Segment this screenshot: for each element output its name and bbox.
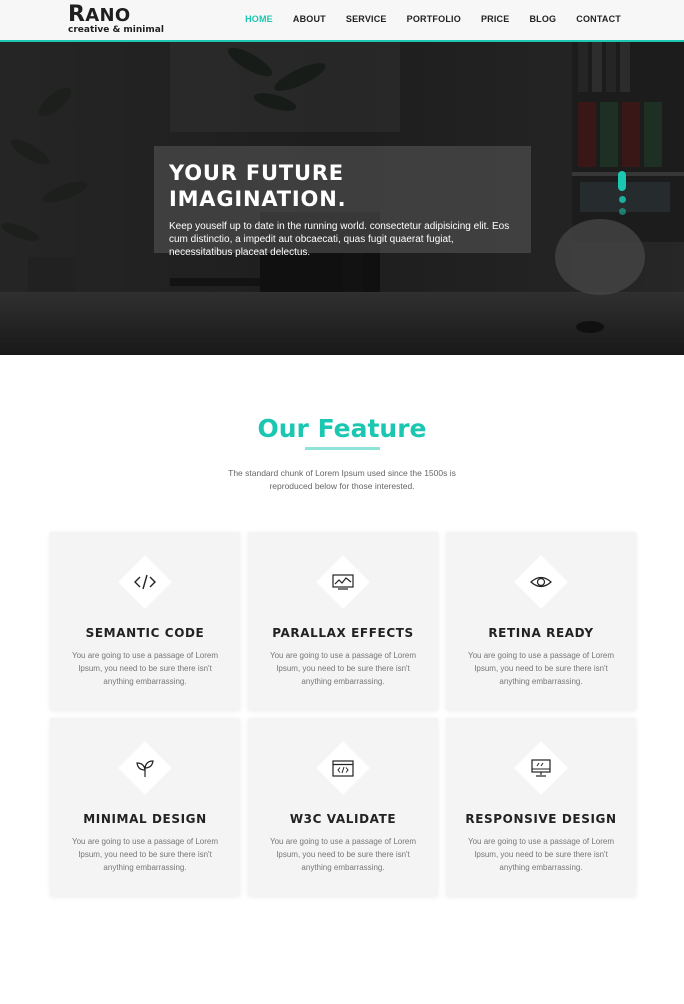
nav-service[interactable]: SERVICE xyxy=(346,14,387,24)
nav-about[interactable]: ABOUT xyxy=(293,14,326,24)
eye-icon xyxy=(530,576,552,588)
feature-card: SEMANTIC CODE You are going to use a pas… xyxy=(50,532,240,710)
desktop-icon xyxy=(531,759,551,777)
feature-card: W3C VALIDATE You are going to use a pass… xyxy=(248,718,438,896)
slide-dot[interactable] xyxy=(618,208,626,215)
main-nav: HOME ABOUT SERVICE PORTFOLIO PRICE BLOG … xyxy=(225,14,621,24)
logo[interactable]: RANO creative & minimal xyxy=(68,2,164,36)
browser-code-icon xyxy=(332,760,354,777)
feature-card: MINIMAL DESIGN You are going to use a pa… xyxy=(50,718,240,896)
nav-home[interactable]: HOME xyxy=(245,14,273,24)
feature-title: RETINA READY xyxy=(488,626,594,640)
chart-monitor-icon xyxy=(332,574,354,590)
slide-dot[interactable] xyxy=(618,196,626,203)
feature-card: RETINA READY You are going to use a pass… xyxy=(446,532,636,710)
feature-title: W3C VALIDATE xyxy=(289,812,397,826)
hero-title: YOUR FUTURE IMAGINATION. xyxy=(169,161,347,211)
feature-text: You are going to use a passage of Lorem … xyxy=(71,651,219,686)
title-underline xyxy=(305,447,380,450)
nav-contact[interactable]: CONTACT xyxy=(576,14,621,24)
feature-text: You are going to use a passage of Lorem … xyxy=(269,837,417,872)
code-icon xyxy=(134,574,156,590)
nav-blog[interactable]: BLOG xyxy=(529,14,556,24)
hero-caption: YOUR FUTURE IMAGINATION. Keep youself up… xyxy=(154,146,531,258)
slide-dot-active[interactable] xyxy=(618,171,626,191)
feature-card: PARALLAX EFFECTS You are going to use a … xyxy=(248,532,438,710)
feature-card: RESPONSIVE DESIGN You are going to use a… xyxy=(446,718,636,896)
sprout-icon xyxy=(136,760,154,777)
nav-portfolio[interactable]: PORTFOLIO xyxy=(407,14,461,24)
hero-text: Keep youself up to date in the running w… xyxy=(169,221,510,258)
logo-title: RANO xyxy=(68,2,131,27)
feature-title: SEMANTIC CODE xyxy=(85,626,205,640)
hero-banner: YOUR FUTURE IMAGINATION. Keep youself up… xyxy=(0,42,684,355)
feature-text: You are going to use a passage of Lorem … xyxy=(467,837,615,872)
feature-title: PARALLAX EFFECTS xyxy=(272,626,414,640)
feature-text: You are going to use a passage of Lorem … xyxy=(71,837,219,872)
section-title: Our Feature xyxy=(257,414,427,443)
feature-text: You are going to use a passage of Lorem … xyxy=(269,651,417,686)
feature-text: You are going to use a passage of Lorem … xyxy=(467,651,615,686)
feature-title: MINIMAL DESIGN xyxy=(83,812,207,826)
slider-pagination xyxy=(618,171,626,215)
nav-price[interactable]: PRICE xyxy=(481,14,510,24)
feature-title: RESPONSIVE DESIGN xyxy=(465,812,617,826)
logo-tagline: creative & minimal xyxy=(68,25,164,35)
site-header: RANO creative & minimal HOME ABOUT SERVI… xyxy=(0,0,684,42)
section-subtitle: The standard chunk of Lorem Ipsum used s… xyxy=(228,468,456,491)
